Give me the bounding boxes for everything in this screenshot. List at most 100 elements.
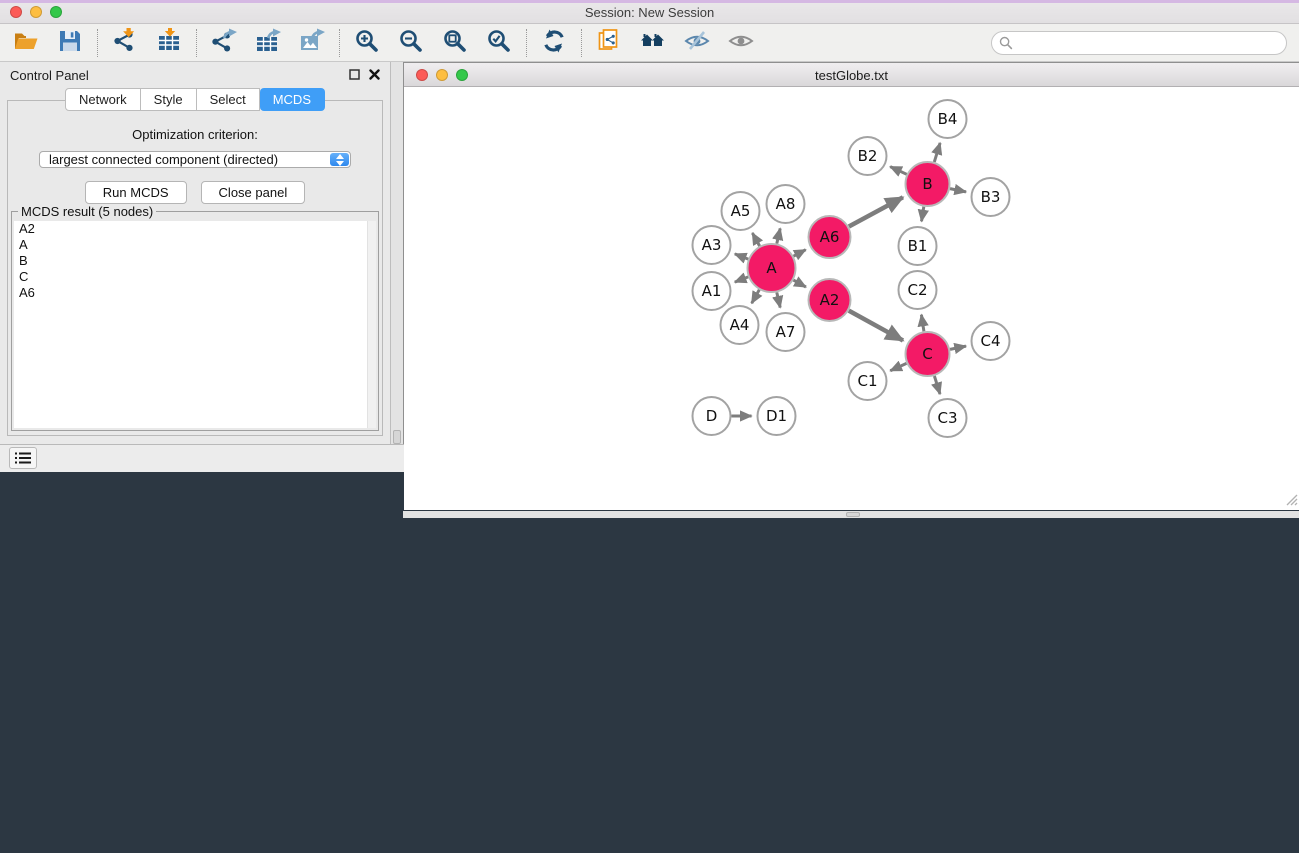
export-network-icon <box>211 28 237 57</box>
mcds-result-item[interactable]: B <box>14 253 376 269</box>
optimization-criterion-select[interactable]: largest connected component (directed) <box>39 151 351 168</box>
graph-node-A3[interactable]: A3 <box>693 226 731 264</box>
tab-select[interactable]: Select <box>197 88 260 111</box>
graph-edge-C-C1[interactable] <box>890 363 906 370</box>
mcds-result-item[interactable]: A <box>14 237 376 253</box>
close-panel-icon[interactable] <box>369 68 380 83</box>
graph-node-C[interactable]: C <box>906 332 950 376</box>
export-image-button[interactable] <box>298 29 326 57</box>
graph-node-A1[interactable]: A1 <box>693 272 731 310</box>
graph-node-C4[interactable]: C4 <box>972 322 1010 360</box>
import-network-icon <box>112 28 138 57</box>
graph-edge-A-A1[interactable] <box>735 277 748 282</box>
graph-edge-A-A5[interactable] <box>752 233 759 246</box>
graph-node-C2[interactable]: C2 <box>899 271 937 309</box>
graph-edge-C-C2[interactable] <box>921 315 924 332</box>
graph-node-A6[interactable]: A6 <box>809 216 851 258</box>
zoom-selected-button[interactable] <box>485 29 513 57</box>
mcds-result-item[interactable]: C <box>14 269 376 285</box>
export-table-icon <box>255 28 281 57</box>
application-window: Session: New Session Control Panel Netwo… <box>0 0 1299 853</box>
export-network-button[interactable] <box>210 29 238 57</box>
main-toolbar <box>0 24 1299 62</box>
svg-text:C1: C1 <box>857 372 877 390</box>
graph-edge-A-A4[interactable] <box>752 290 760 303</box>
graph-node-B[interactable]: B <box>906 162 950 206</box>
search-field-wrap <box>991 31 1287 55</box>
zoom-in-icon <box>354 28 380 57</box>
graph-node-A[interactable]: A <box>748 244 796 292</box>
network-from-selection-button[interactable] <box>595 29 623 57</box>
graph-node-A5[interactable]: A5 <box>722 192 760 230</box>
open-file-button[interactable] <box>12 29 40 57</box>
graph-node-B2[interactable]: B2 <box>849 137 887 175</box>
graph-edge-C-C4[interactable] <box>950 346 966 349</box>
graph-node-B3[interactable]: B3 <box>972 178 1010 216</box>
show-all-button[interactable] <box>727 29 755 57</box>
graph-node-A2[interactable]: A2 <box>809 279 851 321</box>
graph-edge-B-B1[interactable] <box>922 207 924 222</box>
save-session-button[interactable] <box>56 29 84 57</box>
import-network-button[interactable] <box>111 29 139 57</box>
zoom-fit-button[interactable] <box>441 29 469 57</box>
mcds-tab-content: Optimization criterion: largest connecte… <box>7 100 383 436</box>
zoom-in-button[interactable] <box>353 29 381 57</box>
graph-edge-A-A7[interactable] <box>777 292 780 307</box>
window-resize-grip[interactable] <box>1283 491 1298 509</box>
task-history-button[interactable] <box>9 447 37 469</box>
run-mcds-button[interactable]: Run MCDS <box>85 181 187 204</box>
import-table-icon <box>156 28 182 57</box>
graph-edge-A-A2[interactable] <box>793 280 806 287</box>
svg-text:C3: C3 <box>937 409 957 427</box>
vertical-split-divider[interactable] <box>391 62 403 444</box>
horizontal-split-divider[interactable] <box>403 511 1299 518</box>
graph-node-C1[interactable]: C1 <box>849 362 887 400</box>
graph-node-B4[interactable]: B4 <box>929 100 967 138</box>
graph-node-D[interactable]: D <box>693 397 731 435</box>
graph-node-A4[interactable]: A4 <box>721 306 759 344</box>
zoom-out-button[interactable] <box>397 29 425 57</box>
refresh-network-button[interactable] <box>540 29 568 57</box>
graph-edge-B-B3[interactable] <box>950 189 966 192</box>
graph-edge-B-B4[interactable] <box>934 143 940 162</box>
network-from-selection-icon <box>596 28 622 57</box>
svg-text:A3: A3 <box>702 236 722 254</box>
search-input[interactable] <box>991 31 1287 55</box>
graph-edge-A-A3[interactable] <box>735 254 748 259</box>
graph-edge-A6-B[interactable] <box>849 197 903 226</box>
graph-edge-A-A6[interactable] <box>794 250 806 257</box>
graph-node-D1[interactable]: D1 <box>758 397 796 435</box>
graph-node-A7[interactable]: A7 <box>767 313 805 351</box>
svg-text:C: C <box>922 345 932 363</box>
mcds-result-item[interactable]: A6 <box>14 285 376 301</box>
export-table-button[interactable] <box>254 29 282 57</box>
tab-mcds[interactable]: MCDS <box>260 88 325 111</box>
svg-text:A4: A4 <box>730 316 750 334</box>
svg-text:A7: A7 <box>776 323 796 341</box>
divider-grip[interactable] <box>846 512 860 517</box>
import-table-button[interactable] <box>155 29 183 57</box>
titlebar-accent-strip <box>0 0 1299 3</box>
float-panel-icon[interactable] <box>349 68 360 83</box>
graph-node-B1[interactable]: B1 <box>899 227 937 265</box>
graph-edge-C-C3[interactable] <box>934 376 940 394</box>
graph-edge-A-A8[interactable] <box>777 228 780 243</box>
network-graph[interactable]: B4 B2 B B3 A5A8A6 B1 A3 A A1 C2 A2 A4 A7 C4 C C1 C3 D D1 <box>404 87 1299 510</box>
close-panel-button[interactable]: Close panel <box>201 181 306 204</box>
tab-network[interactable]: Network <box>65 88 141 111</box>
list-scrollbar[interactable] <box>367 221 376 428</box>
svg-text:A1: A1 <box>702 282 722 300</box>
svg-text:C2: C2 <box>907 281 927 299</box>
main-area: Control Panel NetworkStyleSelectMCDS Opt… <box>0 62 1299 444</box>
network-canvas[interactable]: B4 B2 B B3 A5A8A6 B1 A3 A A1 C2 A2 A4 A7 C4 C C1 C3 D D1 <box>404 87 1299 510</box>
divider-grip[interactable] <box>393 430 401 444</box>
graph-edge-B-B2[interactable] <box>890 167 907 175</box>
graph-edge-A2-C[interactable] <box>849 311 903 341</box>
mcds-result-item[interactable]: A2 <box>14 221 376 237</box>
refresh-network-icon <box>541 28 567 57</box>
tab-style[interactable]: Style <box>141 88 197 111</box>
graph-node-A8[interactable]: A8 <box>767 185 805 223</box>
hide-selected-button[interactable] <box>683 29 711 57</box>
graph-node-C3[interactable]: C3 <box>929 399 967 437</box>
first-neighbors-button[interactable] <box>639 29 667 57</box>
